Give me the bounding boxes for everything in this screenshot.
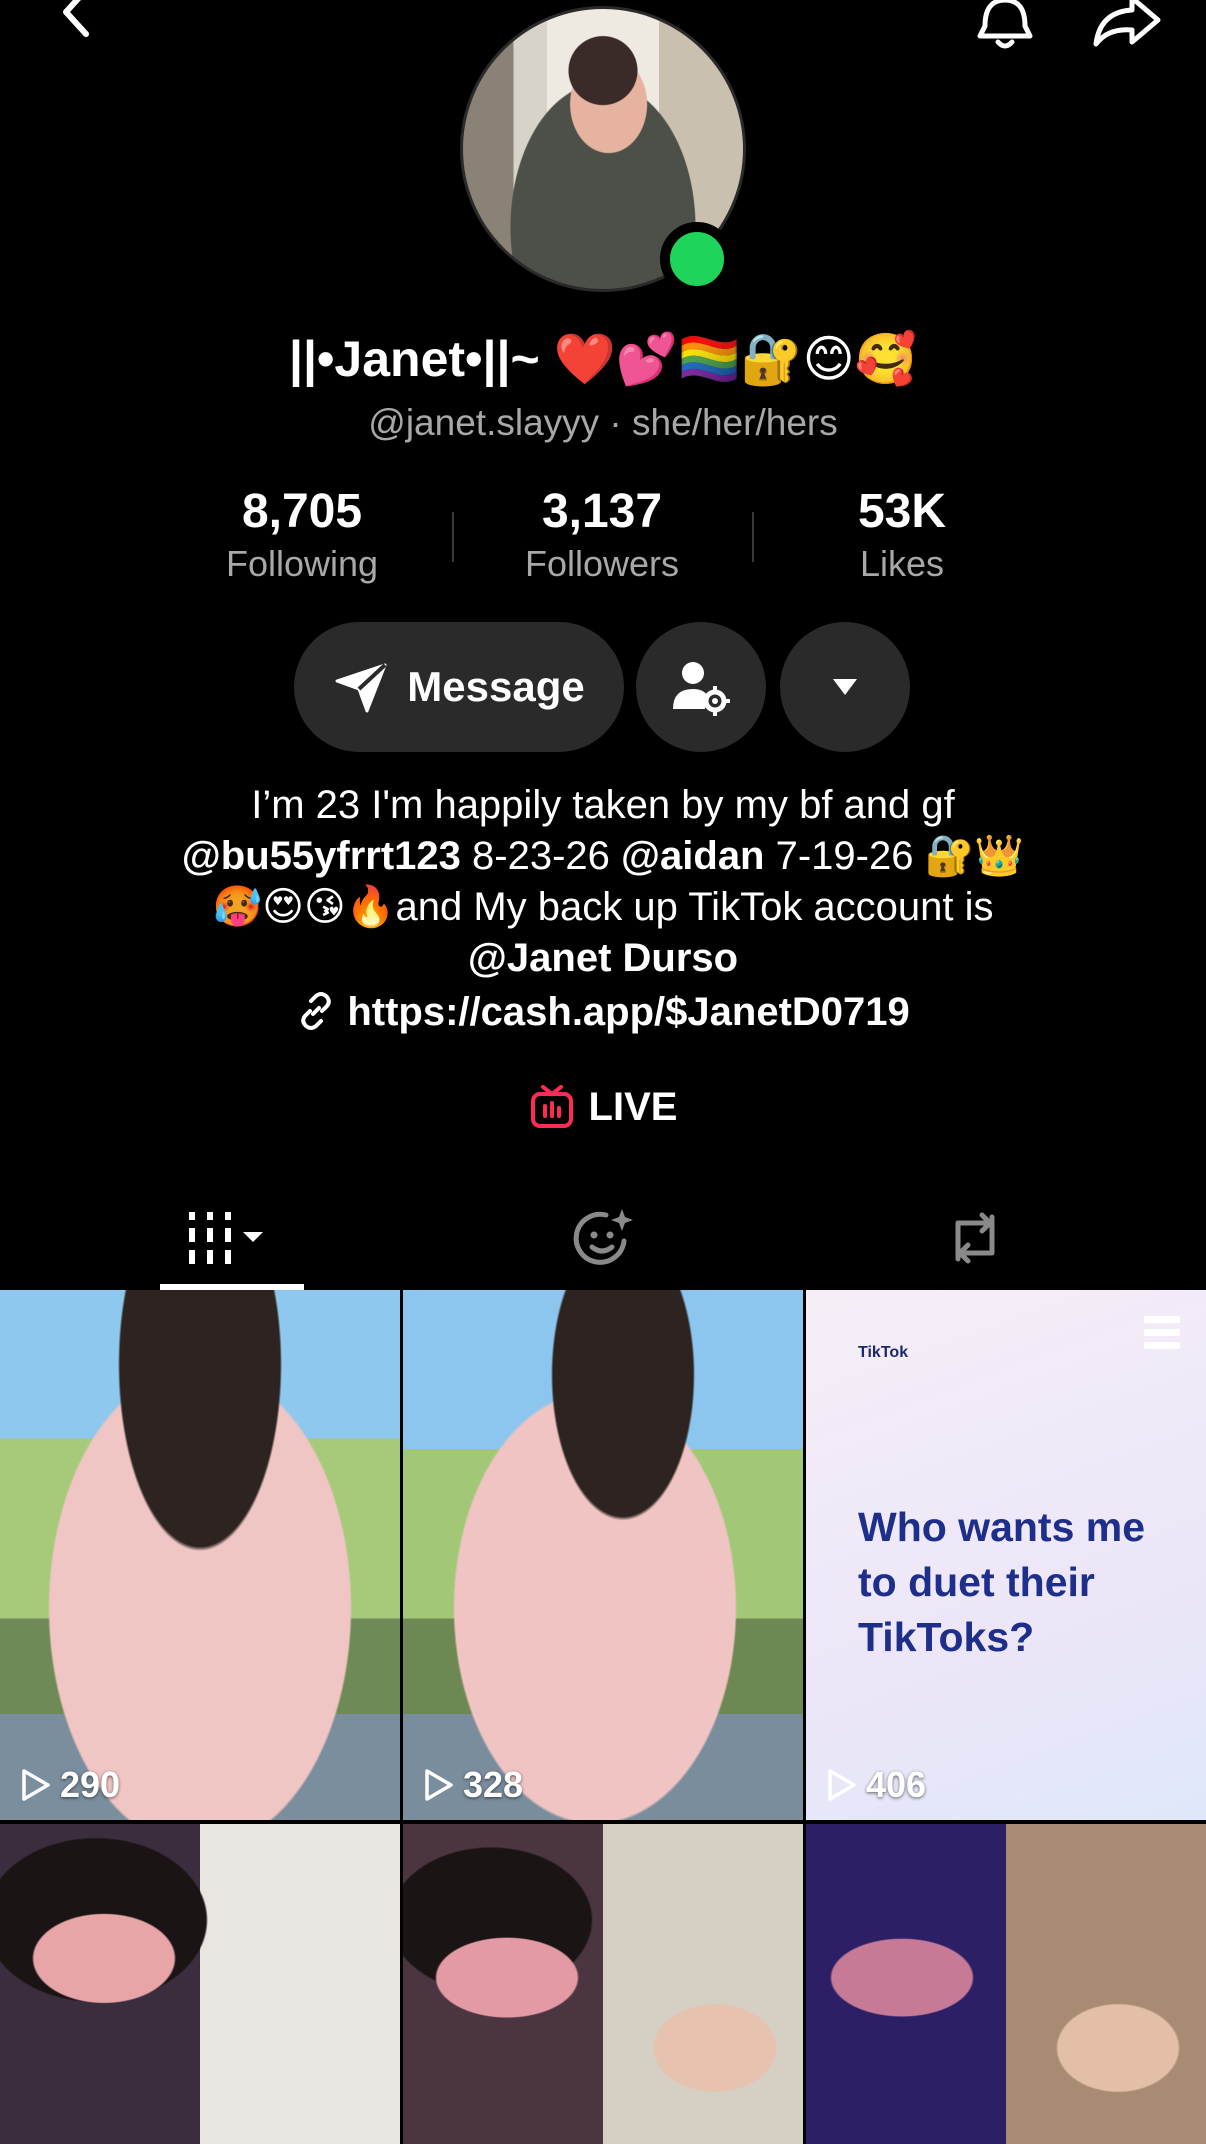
sparkle-face-icon (573, 1209, 633, 1265)
link-icon (301, 992, 331, 1030)
pronouns: she/her/hers (632, 402, 838, 443)
message-label: Message (407, 663, 585, 710)
video-thumbnail[interactable] (403, 1824, 803, 2144)
live-button[interactable]: LIVE (0, 1084, 1206, 1130)
display-name: ||•Janet•||~ ❤️💕🏳️‍🌈🔐😊🥰 (288, 331, 918, 387)
play-icon (828, 1769, 856, 1801)
following-label: Following (225, 543, 379, 584)
play-icon (425, 1769, 453, 1801)
share-icon[interactable] (1088, 0, 1168, 56)
video-thumbnail[interactable] (0, 1824, 400, 2144)
view-count-value: 406 (866, 1764, 927, 1805)
repost-icon (955, 1212, 995, 1264)
followers-label: Followers (524, 543, 680, 584)
bio-mention[interactable]: @Janet Durso (80, 933, 1126, 984)
tab-videos[interactable] (30, 1186, 432, 1290)
menu-icon (1144, 1316, 1180, 1355)
stat-following[interactable]: 8,705 Following (152, 484, 452, 585)
profile-actions: Message (0, 622, 1206, 752)
view-count: 328 (419, 1764, 523, 1806)
caret-down-icon (833, 679, 857, 695)
likes-count: 53K (857, 485, 947, 538)
bio-line-3: 🥵😍😘🔥and My back up TikTok account is (212, 885, 994, 929)
likes-label: Likes (859, 543, 945, 584)
stat-followers[interactable]: 3,137 Followers (452, 484, 752, 585)
live-label: LIVE (588, 1084, 678, 1129)
bio-line-2: @bu55yfrrt123 8-23-26 @aidan 7-19-26 🔐👑 (80, 831, 1126, 882)
bio-mention[interactable]: @aidan (621, 834, 764, 878)
video-thumbnail[interactable]: 328 (403, 1290, 803, 1820)
tab-favorites[interactable] (402, 1186, 804, 1290)
content-tabs (0, 1186, 1206, 1290)
profile-link[interactable]: https://cash.app/$JanetD0719 (0, 990, 1206, 1035)
following-count: 8,705 (241, 485, 363, 538)
view-count-value: 290 (60, 1764, 121, 1805)
thumbnail-brand: TikTok (858, 1344, 909, 1361)
video-thumbnail[interactable]: TikTok Who wants me to duet their TikTok… (806, 1290, 1206, 1820)
video-grid: 290 328 TikTok Who wants me to duet thei… (0, 1290, 1206, 2144)
follow-settings-button[interactable] (636, 622, 766, 752)
back-icon[interactable] (50, 0, 110, 50)
grid-icon (189, 1212, 263, 1264)
send-icon (335, 663, 387, 713)
thumbnail-text: Who wants me to duet their TikToks? (858, 1504, 1146, 1660)
avatar-container (460, 6, 746, 296)
view-count: 406 (822, 1764, 926, 1806)
link-url: https://cash.app/$JanetD0719 (347, 990, 910, 1034)
bio: I’m 23 I'm happily taken by my bf and gf… (80, 780, 1126, 984)
view-count-value: 328 (463, 1764, 524, 1805)
live-tv-icon (530, 1085, 573, 1128)
stat-likes[interactable]: 53K Likes (752, 484, 1052, 585)
separator: · (599, 402, 633, 443)
user-settings-icon (673, 662, 730, 716)
bio-line-1: I’m 23 I'm happily taken by my bf and gf (251, 783, 955, 827)
handle-line: @janet.slayyy · she/her/hers (0, 402, 1206, 444)
video-thumbnail[interactable]: 290 (0, 1290, 400, 1820)
bio-date: 8-23-26 (460, 834, 622, 878)
video-thumbnail[interactable] (806, 1824, 1206, 2144)
bio-date: 7-19-26 🔐👑 (764, 834, 1025, 878)
bell-icon[interactable] (970, 0, 1040, 56)
online-status-indicator (660, 222, 734, 296)
more-options-button[interactable] (780, 622, 910, 752)
message-button[interactable]: Message (294, 622, 624, 752)
followers-count: 3,137 (541, 485, 663, 538)
profile-stats: 8,705 Following 3,137 Followers 53K Like… (0, 484, 1206, 594)
tab-reposts[interactable] (774, 1186, 1176, 1290)
play-icon (22, 1769, 50, 1801)
bio-mention[interactable]: @bu55yfrrt123 (182, 834, 461, 878)
view-count: 290 (16, 1764, 120, 1806)
username: @janet.slayyy (368, 402, 600, 443)
